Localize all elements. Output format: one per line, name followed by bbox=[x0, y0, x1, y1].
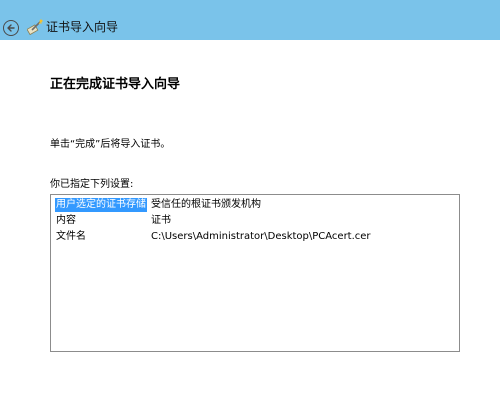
settings-key: 内容 bbox=[56, 215, 76, 226]
settings-key: 文件名 bbox=[56, 231, 86, 242]
window-title: 证书导入向导 bbox=[46, 20, 119, 34]
back-button[interactable] bbox=[3, 20, 19, 36]
instruction-text: 单击“完成”后将导入证书。 bbox=[50, 139, 171, 150]
back-arrow-icon bbox=[7, 24, 15, 32]
settings-label: 你已指定下列设置: bbox=[50, 179, 134, 190]
settings-value: C:\Users\Administrator\Desktop\PCAcert.c… bbox=[151, 231, 371, 242]
settings-key: 用户选定的证书存储 bbox=[55, 198, 147, 212]
certificate-wizard-icon bbox=[27, 19, 43, 35]
settings-value: 受信任的根证书颁发机构 bbox=[151, 199, 261, 210]
page-heading: 正在完成证书导入向导 bbox=[50, 77, 181, 92]
settings-list[interactable]: 用户选定的证书存储 受信任的根证书颁发机构 内容 证书 文件名 C:\Users… bbox=[50, 194, 460, 352]
settings-value: 证书 bbox=[151, 215, 171, 226]
